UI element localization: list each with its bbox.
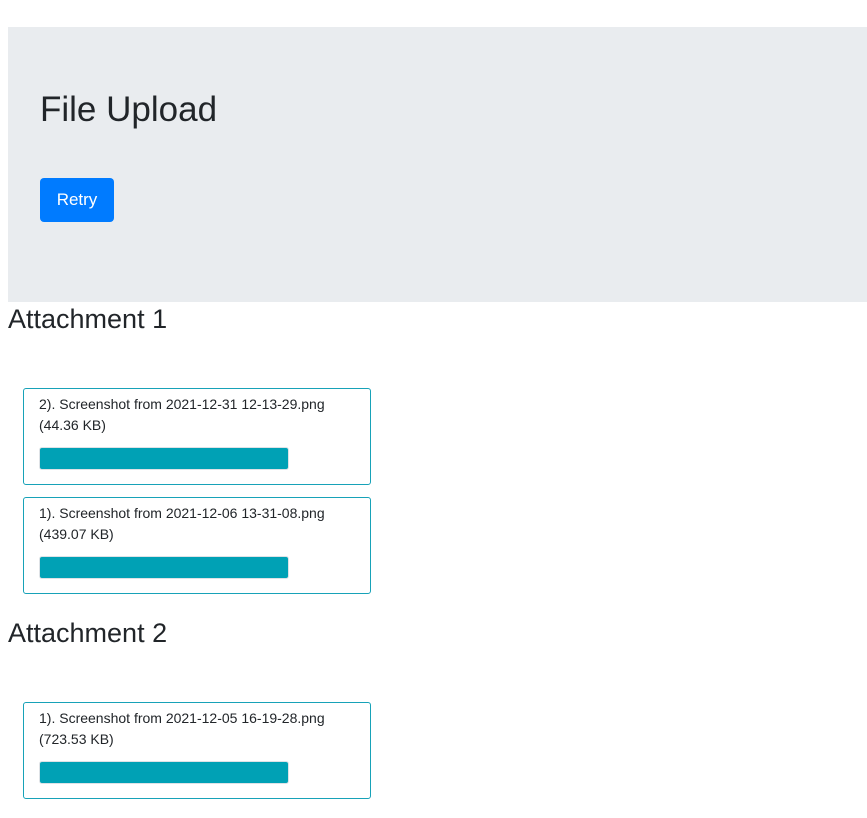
file-card: 1). Screenshot from 2021-12-05 16-19-28.… xyxy=(23,702,371,799)
page-title: File Upload xyxy=(40,90,218,129)
upload-progress-bar xyxy=(39,556,289,579)
upload-progress-fill xyxy=(40,557,288,578)
file-name: 2). Screenshot from 2021-12-31 12-13-29.… xyxy=(39,396,325,412)
upload-progress-bar xyxy=(39,761,289,784)
retry-button[interactable]: Retry xyxy=(40,178,114,222)
attachment-1-title: Attachment 1 xyxy=(8,304,168,334)
upload-progress-fill xyxy=(40,762,288,783)
attachment-2-title: Attachment 2 xyxy=(8,618,168,648)
file-size: (44.36 KB) xyxy=(39,417,106,433)
file-name: 1). Screenshot from 2021-12-06 13-31-08.… xyxy=(39,505,325,521)
file-name: 1). Screenshot from 2021-12-05 16-19-28.… xyxy=(39,710,325,726)
upload-progress-bar xyxy=(39,447,289,470)
file-card: 1). Screenshot from 2021-12-06 13-31-08.… xyxy=(23,497,371,594)
upload-header-panel: File Upload Retry xyxy=(8,27,867,302)
file-card: 2). Screenshot from 2021-12-31 12-13-29.… xyxy=(23,388,371,485)
file-size: (439.07 KB) xyxy=(39,526,114,542)
file-size: (723.53 KB) xyxy=(39,731,114,747)
upload-progress-fill xyxy=(40,448,288,469)
